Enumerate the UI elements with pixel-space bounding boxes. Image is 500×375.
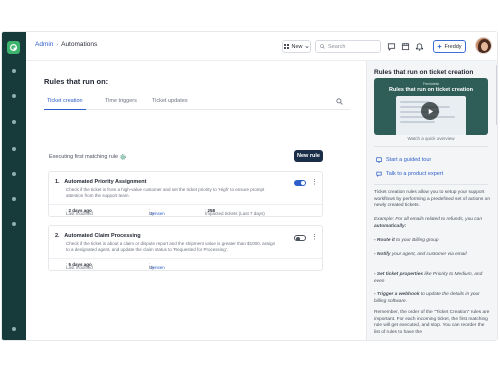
guided-tour-label: Start a guided tour — [386, 157, 432, 163]
video-brand: Freshdesk — [422, 82, 440, 86]
breadcrumb-current: Automations — [61, 41, 98, 48]
calendar-icon[interactable] — [401, 42, 410, 51]
search-icon — [320, 44, 325, 49]
chat-icon[interactable] — [387, 42, 396, 51]
app-logo-icon[interactable] — [7, 41, 20, 54]
bullet-lead: - Route it — [374, 238, 395, 243]
by-value[interactable]: Jensen — [150, 211, 165, 216]
freddy-button[interactable]: Freddy — [433, 40, 466, 53]
chevron-down-icon — [304, 45, 309, 48]
breadcrumb-separator: › — [56, 42, 59, 48]
panel-bullet: - Trigger a webhook to update the detail… — [374, 292, 490, 305]
rail-settings-icon[interactable] — [12, 327, 16, 331]
modified-label: Last modified — [66, 265, 93, 270]
video-caption: Watch a quick overview — [407, 136, 455, 141]
rule-name: Automated Priority Assignment — [64, 179, 147, 185]
rail-nav-icon[interactable] — [12, 69, 16, 73]
rail-nav-icon[interactable] — [12, 222, 16, 226]
rule-enabled-toggle[interactable] — [294, 180, 306, 186]
impacted-label: Impacted tickets (Last 7 days) — [205, 211, 265, 216]
rule-name: Automated Claim Processing — [64, 233, 141, 239]
panel-intro-text: Ticket creation rules allow you to setup… — [374, 190, 490, 209]
by-value[interactable]: Jensen — [150, 265, 165, 270]
active-tab-indicator — [44, 109, 86, 110]
rail-nav-icon[interactable] — [12, 197, 16, 201]
rule-card[interactable]: 2. Automated Claim Processing Check if t… — [48, 225, 323, 271]
example-lead: Example: For all emails related to refun… — [374, 217, 482, 222]
search-placeholder: Search — [328, 43, 346, 50]
rule-description: Check if the ticket is from a high-value… — [66, 187, 265, 198]
rail-nav-icon[interactable] — [12, 172, 16, 176]
more-options-icon[interactable]: ⋮ — [311, 179, 318, 187]
bullet-lead: - Notify — [374, 252, 391, 257]
rule-footer: Last modified : 5 days ago By : Jensen — [49, 258, 322, 270]
page-title: Rules that run on: — [44, 77, 109, 86]
rail-nav-icon[interactable] — [12, 94, 16, 98]
bullet-text: to your Billing group — [396, 238, 439, 243]
tab-bar: Ticket creation Time triggers Ticket upd… — [44, 97, 350, 110]
product-expert-label: Talk to a product expert — [386, 171, 444, 177]
main-content: Rules that run on: Ticket creation Time … — [26, 61, 366, 340]
rail-nav-icon[interactable] — [12, 147, 16, 151]
tab-ticket-updates[interactable]: Ticket updates — [152, 98, 188, 104]
tour-icon — [376, 157, 382, 163]
top-bar: Admin › Automations New Search Freddy — [26, 32, 497, 61]
new-button-label: New — [291, 43, 303, 50]
search-input[interactable]: Search — [315, 40, 381, 53]
app-window: Admin › Automations New Search Freddy Rule… — [1, 31, 498, 341]
rule-description: Check if the ticket is about a claim or … — [66, 241, 276, 252]
rule-title: 1. Automated Priority Assignment — [55, 179, 147, 185]
bullet-lead: - Set ticket properties — [374, 272, 424, 277]
screen: Admin › Automations New Search Freddy Rule… — [0, 0, 500, 375]
tab-ticket-creation[interactable]: Ticket creation — [47, 98, 83, 104]
overview-video[interactable]: Freshdesk Rules that run on ticket creat… — [374, 78, 488, 135]
new-rule-button[interactable]: New rule — [294, 150, 323, 162]
bullet-text: your agent, and customer via email — [391, 252, 467, 257]
breadcrumb-admin[interactable]: Admin — [35, 41, 53, 48]
rule-number: 1. — [55, 179, 60, 185]
play-icon[interactable] — [421, 102, 439, 120]
panel-title: Rules that run on ticket creation — [374, 69, 474, 76]
search-icon[interactable] — [336, 98, 343, 105]
video-title: Rules that run on ticket creation — [388, 87, 474, 93]
breadcrumb: Admin › Automations — [35, 41, 97, 48]
rule-card[interactable]: 1. Automated Priority Assignment Check i… — [48, 171, 323, 217]
example-emphasis: automatically: — [374, 223, 407, 229]
panel-bullet: - Notify your agent, and customer via em… — [374, 252, 490, 259]
chat-icon — [376, 171, 382, 177]
rule-footer: Last modified : 2 days ago By : Jensen I… — [49, 204, 322, 216]
product-expert-link[interactable]: Talk to a product expert — [376, 171, 443, 177]
modified-label: Last modified — [66, 211, 93, 216]
guided-tour-link[interactable]: Start a guided tour — [376, 157, 431, 163]
settings-icon — [120, 154, 126, 160]
left-rail — [2, 32, 26, 340]
grid-icon — [284, 44, 290, 49]
panel-example-text: Example: For all emails related to refun… — [374, 217, 490, 230]
bullet-lead: - Trigger a webhook — [374, 292, 420, 297]
execution-mode-selector[interactable]: Executing first matching rule — [49, 154, 126, 160]
panel-bullet: - Route it to your Billing group — [374, 238, 490, 245]
freddy-label: Freddy — [444, 43, 462, 50]
scrollbar[interactable] — [496, 65, 497, 125]
rule-enabled-toggle[interactable] — [294, 235, 306, 241]
sparkle-icon — [437, 44, 443, 49]
rule-title: 2. Automated Claim Processing — [55, 233, 141, 239]
rule-number: 2. — [55, 233, 60, 239]
panel-outro-text: Remember, the order of the "Ticket Creat… — [374, 310, 490, 335]
execution-mode-label: Executing first matching rule — [49, 154, 119, 160]
tab-time-triggers[interactable]: Time triggers — [105, 98, 137, 104]
rail-nav-icon[interactable] — [12, 120, 16, 124]
divider — [374, 146, 488, 147]
new-button[interactable]: New — [282, 40, 311, 53]
more-options-icon[interactable]: ⋮ — [311, 234, 318, 242]
panel-bullet: - Set ticket properties like Priority to… — [374, 272, 490, 285]
user-avatar[interactable] — [475, 37, 492, 54]
help-panel: Rules that run on ticket creation Freshd… — [366, 61, 497, 340]
divider — [374, 184, 488, 185]
bell-icon[interactable] — [415, 42, 424, 51]
